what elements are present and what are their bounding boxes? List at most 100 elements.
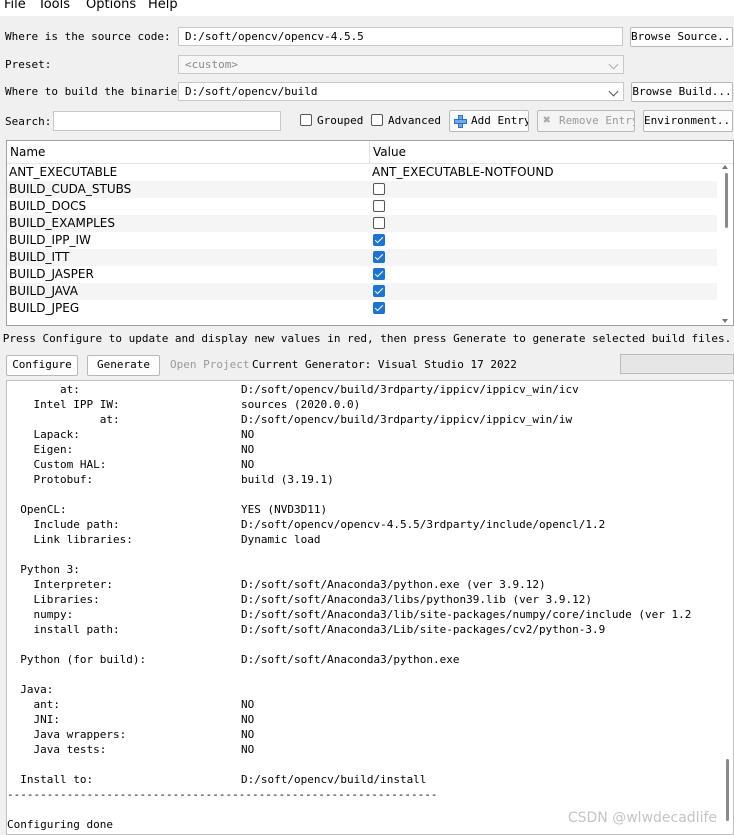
log-value: YES (NVD3D11) bbox=[241, 503, 328, 516]
log-value: D:/soft/opencv/opencv-4.5.5/3rdparty/inc… bbox=[241, 518, 606, 531]
menu-file[interactable]: File bbox=[4, 0, 26, 13]
table-scrollbar[interactable] bbox=[719, 163, 731, 325]
entry-checkbox[interactable] bbox=[373, 183, 385, 195]
log-key: Interpreter: bbox=[7, 578, 113, 591]
output-scrollbar-thumb[interactable] bbox=[726, 759, 729, 821]
plus-icon bbox=[454, 115, 467, 128]
table-row[interactable]: BUILD_JPEG bbox=[7, 300, 717, 317]
entry-name: BUILD_JPEG bbox=[9, 301, 80, 315]
table-row[interactable]: BUILD_IPP_IW bbox=[7, 232, 717, 249]
remove-entry-button[interactable]: ✖ Remove Entry bbox=[537, 110, 635, 132]
log-key: Lapack: bbox=[7, 428, 80, 441]
chevron-down-icon bbox=[608, 86, 619, 97]
entry-checkbox[interactable] bbox=[373, 251, 385, 263]
table-row[interactable]: BUILD_ITT bbox=[7, 249, 717, 266]
log-line: at: D:/soft/opencv/build/3rdparty/ippicv/… bbox=[7, 412, 572, 427]
add-entry-button[interactable]: Add Entry bbox=[449, 110, 529, 132]
entry-name: BUILD_IPP_IW bbox=[9, 233, 91, 247]
menu-options[interactable]: Options bbox=[86, 0, 136, 13]
chevron-down-icon bbox=[608, 59, 619, 70]
table-header: Name Value bbox=[7, 141, 733, 164]
current-generator: Current Generator: Visual Studio 17 2022 bbox=[252, 358, 517, 371]
log-line: Python 3: bbox=[7, 562, 80, 577]
log-key: OpenCL: bbox=[7, 503, 67, 516]
table-row[interactable]: BUILD_CUDA_STUBS bbox=[7, 181, 717, 198]
log-key: numpy: bbox=[7, 608, 74, 621]
column-name-header[interactable]: Name bbox=[10, 145, 45, 159]
generate-button[interactable]: Generate bbox=[87, 355, 160, 376]
scroll-down-arrow-icon[interactable] bbox=[722, 319, 728, 323]
entry-checkbox[interactable] bbox=[373, 200, 385, 212]
log-line: ----------------------------------------… bbox=[7, 787, 437, 802]
advanced-checkbox[interactable] bbox=[371, 114, 383, 126]
entry-checkbox[interactable] bbox=[373, 268, 385, 280]
log-line: Libraries: D:/soft/soft/Anaconda3/libs/py… bbox=[7, 592, 592, 607]
entry-value[interactable]: ANT_EXECUTABLE-NOTFOUND bbox=[372, 164, 554, 181]
search-input[interactable] bbox=[53, 111, 281, 131]
entry-checkbox[interactable] bbox=[373, 302, 385, 314]
menu-tools[interactable]: Tools bbox=[38, 0, 70, 13]
build-path-select[interactable]: D:/soft/opencv/build bbox=[178, 82, 624, 101]
scroll-up-arrow-icon[interactable] bbox=[722, 165, 728, 169]
browse-source-button[interactable]: Browse Source... bbox=[630, 27, 733, 47]
table-row[interactable]: BUILD_EXAMPLES bbox=[7, 215, 717, 232]
log-key: Python 3: bbox=[7, 563, 80, 576]
log-line: Protobuf: build (3.19.1) bbox=[7, 472, 333, 487]
log-value: NO bbox=[241, 743, 255, 756]
open-project-button[interactable]: Open Project bbox=[170, 357, 249, 373]
entry-checkbox[interactable] bbox=[373, 217, 385, 229]
log-value: Dynamic load bbox=[241, 533, 321, 546]
table-row[interactable]: BUILD_JAVA bbox=[7, 283, 717, 300]
table-row[interactable]: BUILD_DOCS bbox=[7, 198, 717, 215]
log-line: Java wrappers: NO bbox=[7, 727, 254, 742]
table-row[interactable]: BUILD_JASPER bbox=[7, 266, 717, 283]
preset-label: Preset: bbox=[5, 58, 52, 71]
build-path-value: D:/soft/opencv/build bbox=[185, 85, 318, 98]
entry-name: BUILD_ITT bbox=[9, 250, 70, 264]
log-key: Java wrappers: bbox=[7, 728, 127, 741]
add-entry-label: Add Entry bbox=[471, 114, 529, 127]
menu-bar: File Tools Options Help bbox=[0, 0, 734, 16]
entry-name: BUILD_EXAMPLES bbox=[9, 216, 115, 230]
log-line: Java: bbox=[7, 682, 53, 697]
grouped-label: Grouped bbox=[317, 114, 364, 127]
log-key: Install to: bbox=[7, 773, 94, 786]
remove-entry-label: Remove Entry bbox=[559, 114, 635, 127]
log-line: install path: D:/soft/soft/Anaconda3/Lib/… bbox=[7, 622, 605, 637]
output-log[interactable]: at: D:/soft/opencv/build/3rdparty/ippicv/… bbox=[6, 380, 734, 835]
log-key: Libraries: bbox=[7, 593, 100, 606]
log-value: NO bbox=[241, 443, 255, 456]
search-label: Search: bbox=[5, 115, 52, 128]
browse-build-button[interactable]: Browse Build... bbox=[631, 82, 733, 102]
grouped-checkbox[interactable] bbox=[300, 114, 312, 126]
log-line: OpenCL: YES (NVD3D11) bbox=[7, 502, 327, 517]
log-line: Install to: D:/soft/opencv/build/install bbox=[7, 772, 426, 787]
scrollbar-thumb[interactable] bbox=[725, 173, 728, 228]
menu-help[interactable]: Help bbox=[148, 0, 178, 13]
log-key: install path: bbox=[7, 623, 120, 636]
entry-checkbox[interactable] bbox=[373, 234, 385, 246]
log-line: Lapack: NO bbox=[7, 427, 254, 442]
progress-bar bbox=[620, 354, 734, 374]
preset-select[interactable]: <custom> bbox=[178, 55, 624, 74]
log-value: D:/soft/opencv/build/3rdparty/ippicv/ipp… bbox=[241, 413, 573, 426]
configure-button[interactable]: Configure bbox=[6, 355, 78, 376]
source-path-input[interactable]: D:/soft/opencv/opencv-4.5.5 bbox=[178, 27, 623, 46]
log-value: NO bbox=[241, 728, 255, 741]
log-line: Custom HAL: NO bbox=[7, 457, 254, 472]
entry-name: BUILD_JASPER bbox=[9, 267, 94, 281]
log-key: JNI: bbox=[7, 713, 60, 726]
build-label: Where to build the binaries: bbox=[5, 85, 191, 98]
log-key: Java: bbox=[7, 683, 54, 696]
column-value-header[interactable]: Value bbox=[373, 145, 406, 159]
configure-hint: Press Configure to update and display ne… bbox=[2, 332, 732, 345]
log-line: ant: NO bbox=[7, 697, 254, 712]
log-line: Python (for build): D:/soft/soft/Anaconda… bbox=[7, 652, 459, 667]
environment-button[interactable]: Environment... bbox=[643, 110, 733, 132]
remove-icon: ✖ bbox=[543, 113, 551, 128]
log-key: at: bbox=[7, 383, 80, 396]
table-row[interactable]: ANT_EXECUTABLE ANT_EXECUTABLE-NOTFOUND bbox=[7, 164, 717, 181]
entry-checkbox[interactable] bbox=[373, 285, 385, 297]
log-value: D:/soft/opencv/build/3rdparty/ippicv/ipp… bbox=[241, 383, 579, 396]
log-value: D:/soft/soft/Anaconda3/Lib/site-packages… bbox=[241, 623, 606, 636]
